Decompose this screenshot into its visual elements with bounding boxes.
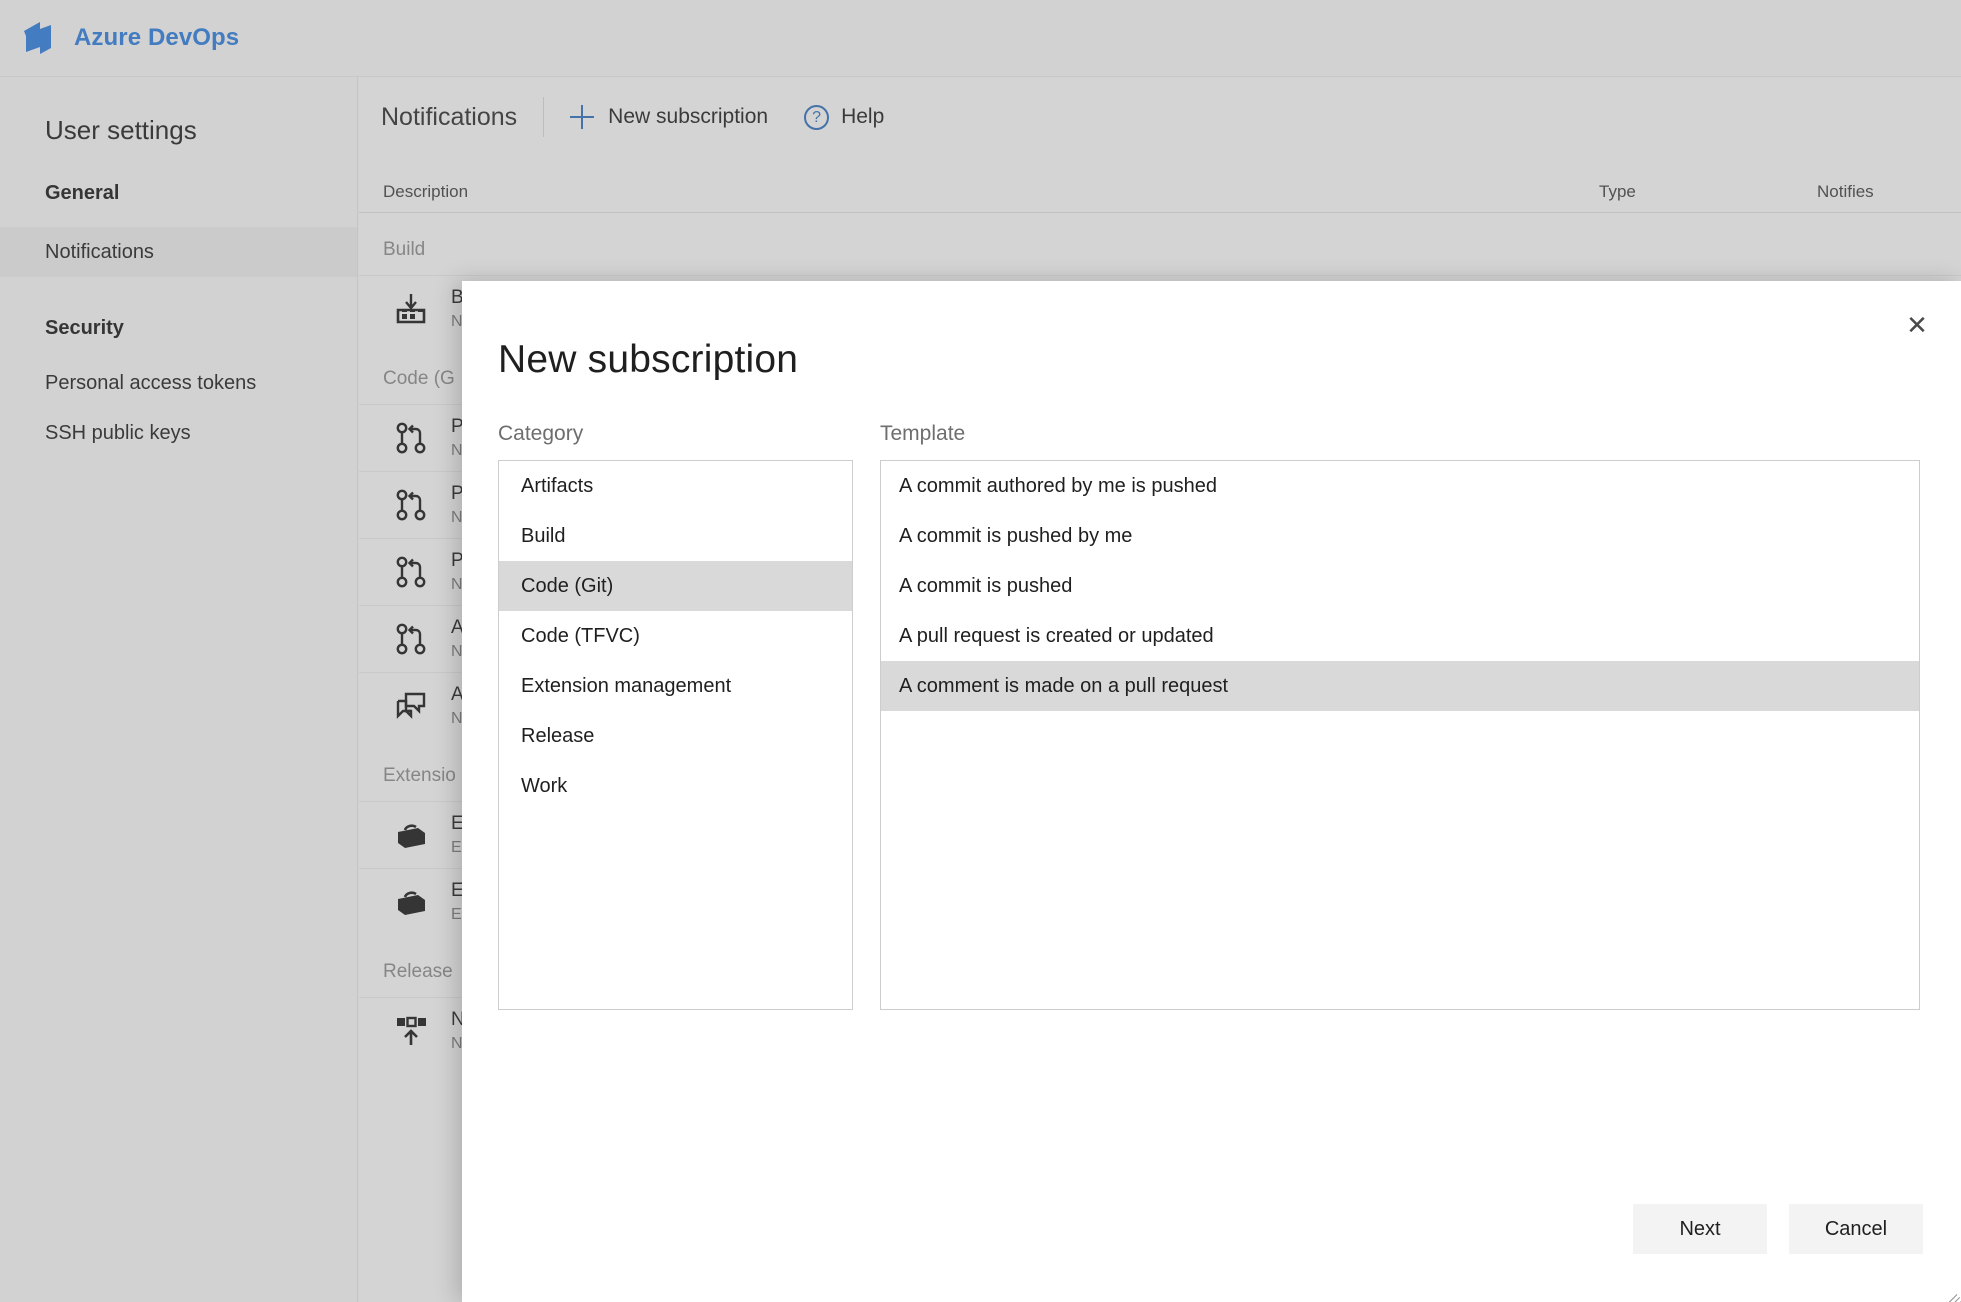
category-item[interactable]: Code (Git) — [499, 561, 852, 611]
category-label: Category — [498, 422, 584, 445]
next-button[interactable]: Next — [1633, 1204, 1767, 1254]
dialog-title: New subscription — [498, 338, 799, 381]
category-item[interactable]: Extension management — [499, 661, 852, 711]
dialog-footer: Next Cancel — [1611, 1204, 1923, 1254]
template-item[interactable]: A commit authored by me is pushed — [881, 461, 1919, 511]
category-listbox[interactable]: Artifacts Build Code (Git) Code (TFVC) Exten… — [498, 460, 853, 1010]
category-item[interactable]: Release — [499, 711, 852, 761]
dialog-body: Category Artifacts Build Code (Git) Code (T… — [462, 382, 1961, 1010]
cancel-button[interactable]: Cancel — [1789, 1204, 1923, 1254]
category-pane: Category Artifacts Build Code (Git) Code (T… — [498, 422, 853, 1010]
template-item[interactable]: A commit is pushed by me — [881, 511, 1919, 561]
template-pane: Template A commit authored by me is push… — [880, 422, 1920, 1010]
category-item[interactable]: Artifacts — [499, 461, 852, 511]
new-subscription-dialog: ✕ New subscription Category Artifacts Bui… — [462, 281, 1961, 1302]
template-item[interactable]: A comment is made on a pull request — [881, 661, 1919, 711]
template-item[interactable]: A commit is pushed — [881, 561, 1919, 611]
app-root: Azure DevOps User settings General Notif… — [0, 0, 1961, 1302]
category-item[interactable]: Code (TFVC) — [499, 611, 852, 661]
resize-grip[interactable] — [1937, 1278, 1961, 1302]
template-label: Template — [880, 422, 966, 445]
category-item[interactable]: Build — [499, 511, 852, 561]
template-item[interactable]: A pull request is created or updated — [881, 611, 1919, 661]
close-icon[interactable]: ✕ — [1893, 301, 1941, 349]
category-item[interactable]: Work — [499, 761, 852, 811]
template-listbox[interactable]: A commit authored by me is pushed A commi… — [880, 460, 1920, 1010]
